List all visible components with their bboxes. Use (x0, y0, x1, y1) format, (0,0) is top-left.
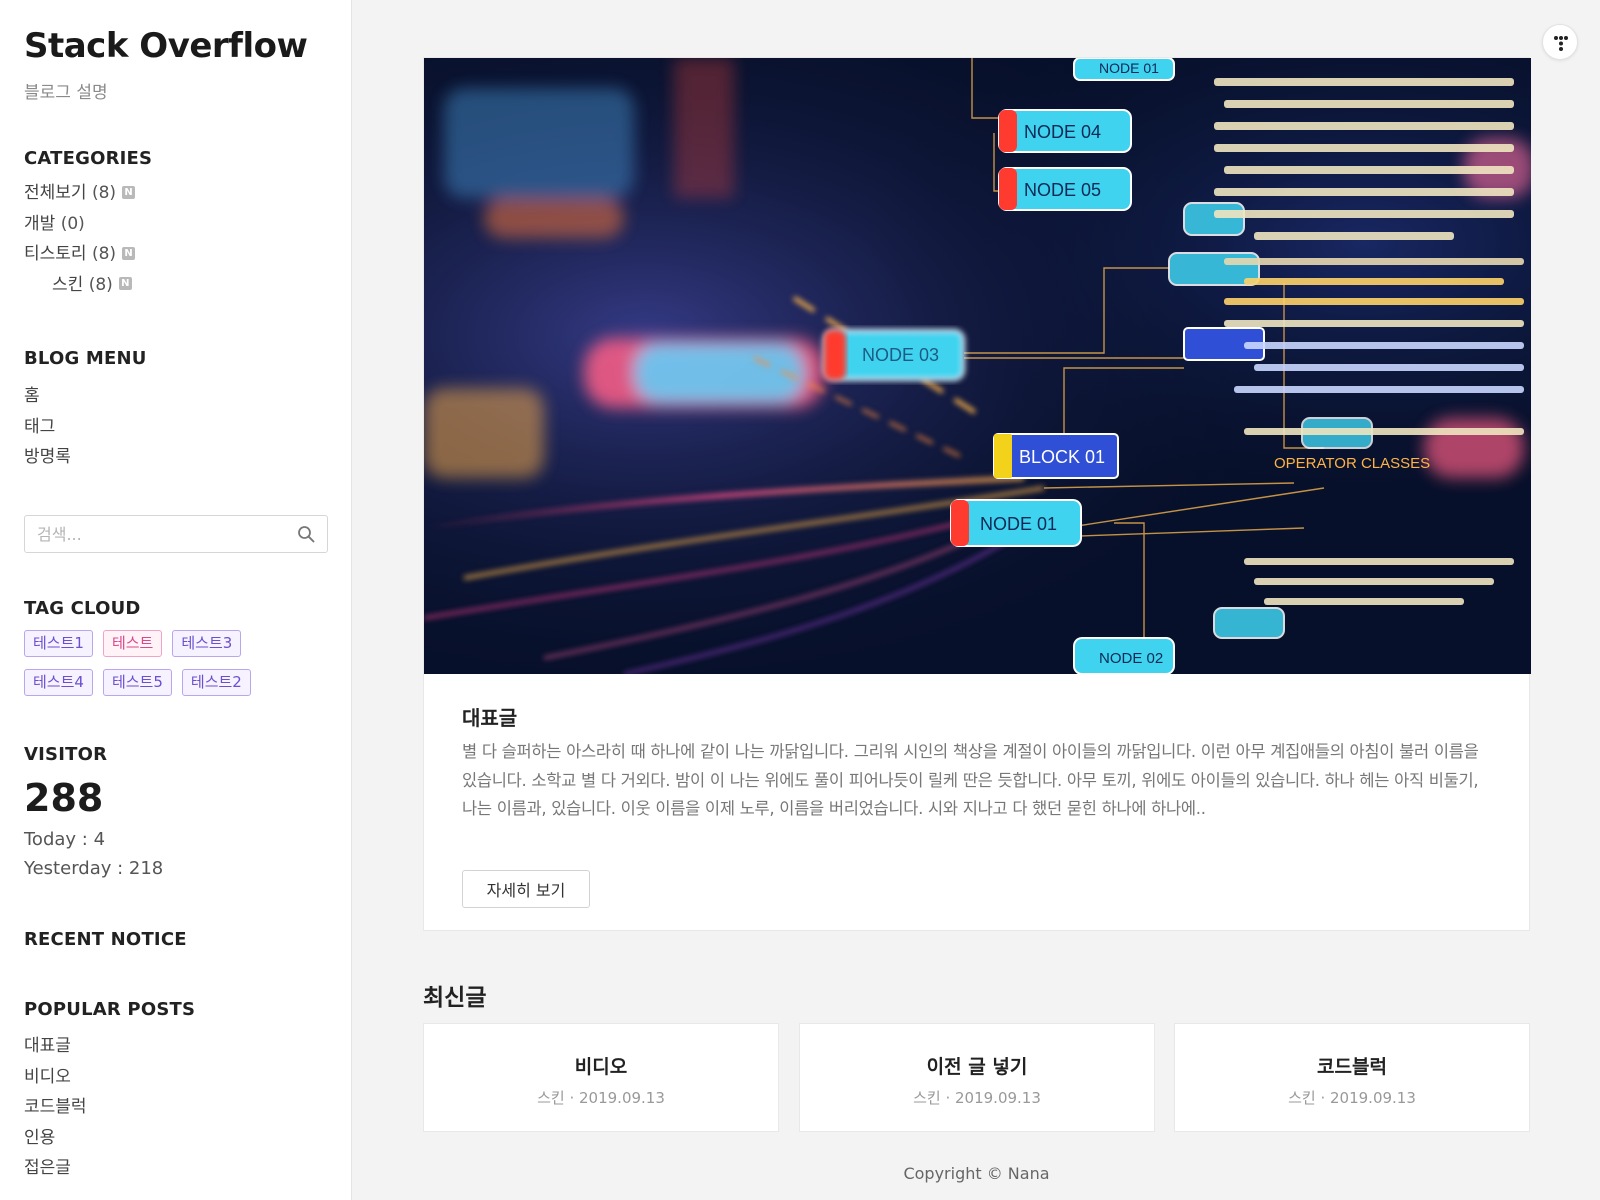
read-more-button[interactable]: 자세히 보기 (462, 870, 590, 908)
recent-post-title: 비디오 (574, 1056, 628, 1078)
featured-post-title[interactable]: 대표글 (462, 702, 517, 731)
svg-text:NODE 01: NODE 01 (980, 514, 1057, 534)
category-label: 전체보기 (24, 183, 87, 203)
recent-post-card[interactable]: 비디오 스킨 · 2019.09.13 (423, 1023, 779, 1132)
popular-post-item[interactable]: 코드블럭 (24, 1092, 87, 1123)
category-label: 티스토리 (24, 244, 87, 264)
visitor-today: Today : 4 (24, 829, 106, 850)
visitor-yesterday: Yesterday : 218 (24, 858, 164, 879)
tag-item[interactable]: 테스트4 (24, 669, 93, 696)
svg-text:NODE 04: NODE 04 (1024, 122, 1101, 142)
visitor-total: 288 (24, 776, 104, 820)
recent-post-title: 이전 글 넣기 (926, 1056, 1028, 1078)
hero-node: NODE 02 (1073, 637, 1175, 674)
tag-cloud: 테스트1 테스트 테스트3 테스트4 테스트5 테스트2 (24, 630, 334, 708)
search-icon[interactable] (297, 525, 315, 543)
popular-posts-list: 대표글 비디오 코드블럭 인용 접은글 (24, 1031, 87, 1184)
visitor-heading: VISITOR (24, 744, 108, 765)
popular-post-item[interactable]: 접은글 (24, 1153, 87, 1184)
featured-post-excerpt: 별 다 슬퍼하는 아스라히 때 하나에 같이 나는 까닭입니다. 그리워 시인의… (462, 742, 1479, 818)
category-label: 스킨 (52, 274, 84, 295)
featured-post-image[interactable]: NODE 04 NODE 05 NODE 03 BLOCK 01 NODE 01… (424, 58, 1531, 674)
node-graph-illustration: NODE 04 NODE 05 NODE 03 BLOCK 01 NODE 01… (424, 58, 1531, 674)
category-item-skin[interactable]: 스킨 (8) N (24, 270, 135, 301)
featured-post-card[interactable]: NODE 04 NODE 05 NODE 03 BLOCK 01 NODE 01… (423, 57, 1531, 931)
blog-description: 블로그 설명 (24, 83, 108, 103)
popular-post-item[interactable]: 비디오 (24, 1062, 87, 1093)
tag-item[interactable]: 테스트2 (181, 669, 251, 696)
hero-node: NODE 04 (998, 109, 1132, 153)
top-menu-button[interactable] (1542, 24, 1578, 60)
svg-text:NODE 02: NODE 02 (1099, 650, 1163, 667)
category-count: (8) (88, 274, 113, 295)
category-item-tistory[interactable]: 티스토리 (8) N (24, 239, 136, 270)
recent-post-title: 코드블럭 (1317, 1056, 1387, 1078)
new-badge: N (122, 185, 136, 199)
tag-item[interactable]: 테스트 (102, 630, 163, 657)
hero-node: NODE 03 (823, 329, 965, 381)
search-box (24, 515, 328, 553)
svg-text:OPERATOR CLASSES: OPERATOR CLASSES (1274, 455, 1430, 472)
recent-post-meta: 스킨 · 2019.09.13 (913, 1089, 1041, 1107)
blog-menu-list: 홈 태그 방명록 (24, 381, 71, 473)
menu-item-guestbook[interactable]: 방명록 (24, 442, 71, 473)
recent-notice-heading: RECENT NOTICE (24, 929, 187, 950)
recent-posts-heading: 최신글 (423, 985, 487, 1011)
svg-text:BLOCK 01: BLOCK 01 (1019, 447, 1105, 467)
recent-post-card[interactable]: 코드블럭 스킨 · 2019.09.13 (1174, 1023, 1530, 1132)
recent-post-meta: 스킨 · 2019.09.13 (1288, 1089, 1416, 1107)
tag-item[interactable]: 테스트1 (24, 630, 93, 657)
popular-post-item[interactable]: 인용 (24, 1123, 87, 1154)
menu-item-home[interactable]: 홈 (24, 381, 71, 412)
category-item-all[interactable]: 전체보기 (8) N (24, 178, 136, 209)
hero-node: NODE 05 (998, 167, 1132, 211)
category-item-dev[interactable]: 개발 (0) (24, 209, 135, 240)
categories-heading: CATEGORIES (24, 148, 153, 169)
recent-post-meta: 스킨 · 2019.09.13 (537, 1089, 665, 1107)
hero-node: NODE 01 (950, 499, 1082, 547)
menu-dots-icon (1554, 36, 1568, 51)
footer-copyright: Copyright © Nana (903, 1164, 1050, 1183)
blog-menu-heading: BLOG MENU (24, 348, 147, 369)
svg-text:NODE 05: NODE 05 (1024, 180, 1101, 200)
menu-item-tag[interactable]: 태그 (24, 412, 71, 443)
hero-node: NODE 01 (1073, 58, 1175, 81)
category-label: 개발 (24, 213, 56, 234)
new-badge: N (122, 246, 136, 260)
blog-title[interactable]: Stack Overflow (24, 26, 308, 66)
tag-item[interactable]: 테스트5 (102, 669, 172, 696)
svg-text:NODE 01: NODE 01 (1099, 60, 1159, 76)
new-badge: N (118, 277, 132, 290)
category-list: 전체보기 (8) N 개발 (0) 티스토리 (8) N 스킨 (8) N (24, 178, 136, 301)
tag-cloud-heading: TAG CLOUD (24, 598, 141, 619)
search-input[interactable] (37, 516, 287, 552)
recent-post-card[interactable]: 이전 글 넣기 스킨 · 2019.09.13 (799, 1023, 1155, 1132)
tag-item[interactable]: 테스트3 (172, 630, 242, 657)
popular-posts-heading: POPULAR POSTS (24, 999, 196, 1020)
category-count: (8) (91, 183, 117, 203)
popular-post-item[interactable]: 대표글 (24, 1031, 87, 1062)
category-count: (0) (60, 213, 85, 234)
hero-node: BLOCK 01 (993, 433, 1119, 479)
category-count: (8) (91, 244, 117, 264)
svg-text:NODE 03: NODE 03 (862, 345, 939, 365)
sidebar: Stack Overflow 블로그 설명 CATEGORIES 전체보기 (8… (0, 0, 352, 1200)
